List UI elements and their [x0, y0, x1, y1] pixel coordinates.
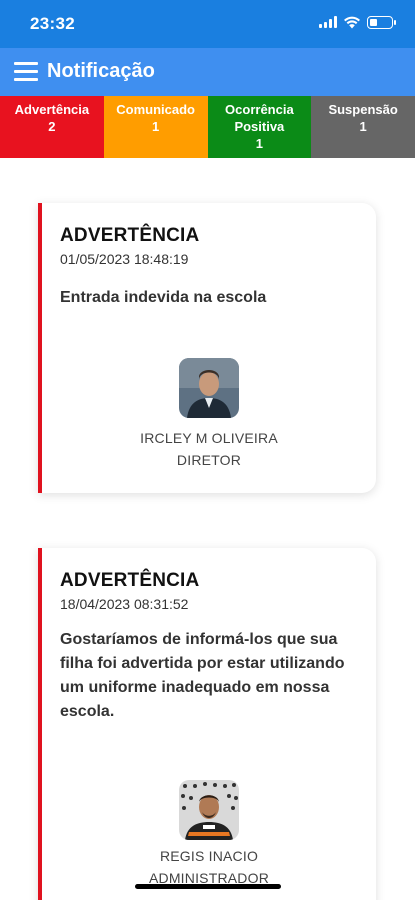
tab-label: Suspensão — [328, 102, 398, 117]
notification-type: ADVERTÊNCIA — [60, 225, 200, 246]
tab-count: 1 — [152, 119, 160, 134]
tab-count: 1 — [255, 136, 263, 151]
menu-icon[interactable] — [14, 62, 38, 82]
notification-message: Gostaríamos de informá-los que sua filha… — [60, 631, 345, 720]
notification-card[interactable]: ADVERTÊNCIA 18/04/2023 08:31:52 Gostaría… — [38, 548, 376, 900]
notification-list: ADVERTÊNCIA 01/05/2023 18:48:19 Entrada … — [0, 158, 415, 900]
home-indicator — [135, 884, 281, 889]
status-bar: 23:32 — [0, 0, 415, 48]
author-name: IRCLEY M OLIVEIRA — [140, 430, 278, 446]
author-role: DIRETOR — [176, 452, 242, 468]
tab-suspensao[interactable]: Suspensão 1 — [311, 96, 415, 158]
wifi-icon — [344, 16, 360, 29]
notification-date: 18/04/2023 08:31:52 — [60, 596, 189, 612]
app-bar: Notificação — [0, 48, 415, 96]
tab-count: 2 — [48, 119, 56, 134]
avatar — [179, 780, 239, 840]
tab-comunicado[interactable]: Comunicado 1 — [103, 96, 208, 158]
category-tabs: Advertência 2 Comunicado 1 Ocorrência Po… — [0, 96, 415, 158]
battery-icon — [367, 15, 396, 29]
status-time: 23:32 — [30, 14, 75, 33]
notification-type: ADVERTÊNCIA — [60, 570, 200, 591]
author-info: REGIS INACIO ADMINISTRADOR — [42, 845, 376, 889]
signal-icon — [319, 16, 337, 28]
author-info: IRCLEY M OLIVEIRA DIRETOR — [42, 427, 376, 471]
tab-advertencia[interactable]: Advertência 2 — [0, 96, 104, 158]
tab-label: Advertência — [14, 102, 90, 117]
tab-ocorrencia-positiva[interactable]: Ocorrência Positiva 1 — [207, 96, 312, 158]
notification-date: 01/05/2023 18:48:19 — [60, 251, 189, 267]
notification-card[interactable]: ADVERTÊNCIA 01/05/2023 18:48:19 Entrada … — [38, 203, 376, 493]
tab-label: Ocorrência Positiva — [225, 102, 294, 134]
notification-message: Entrada indevida na escola — [60, 289, 267, 306]
avatar — [179, 358, 239, 418]
status-icons — [319, 15, 396, 29]
tab-count: 1 — [359, 119, 367, 134]
author-name: REGIS INACIO — [159, 848, 259, 864]
tab-label: Comunicado — [116, 102, 195, 117]
page-title: Notificação — [47, 60, 155, 82]
